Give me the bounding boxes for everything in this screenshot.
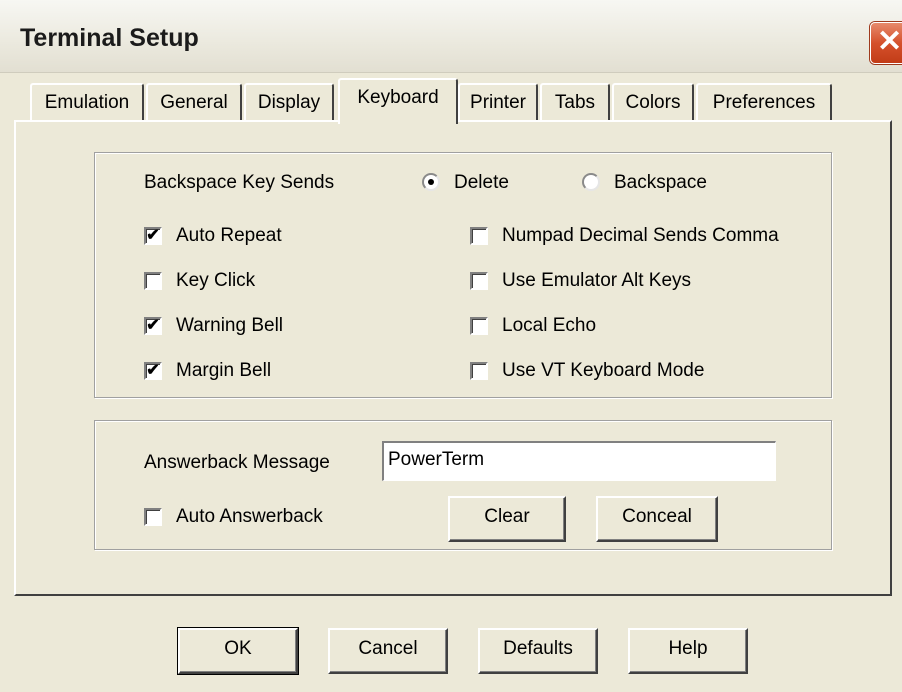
title-bar[interactable]: Terminal Setup ✕ — [0, 0, 902, 73]
clear-button[interactable]: Clear — [448, 496, 566, 542]
warning-bell-checkbox[interactable]: ✔ — [144, 317, 162, 335]
tab-preferences[interactable]: Preferences — [696, 83, 832, 121]
cancel-button[interactable]: Cancel — [328, 628, 448, 674]
help-button[interactable]: Help — [628, 628, 748, 674]
radio-backspace[interactable] — [582, 173, 600, 191]
answerback-message-label: Answerback Message — [144, 452, 330, 473]
radio-selected-dot — [428, 179, 434, 185]
tab-display[interactable]: Display — [244, 83, 334, 121]
tab-general[interactable]: General — [146, 83, 242, 121]
auto-repeat-label[interactable]: Auto Repeat — [176, 225, 282, 247]
tab-printer[interactable]: Printer — [458, 83, 538, 121]
window-title: Terminal Setup — [20, 24, 199, 52]
key-click-checkbox[interactable] — [144, 272, 162, 290]
local-echo-label[interactable]: Local Echo — [502, 315, 596, 337]
close-icon[interactable]: ✕ — [870, 22, 902, 64]
vt-keyboard-mode-label[interactable]: Use VT Keyboard Mode — [502, 360, 704, 382]
key-click-label[interactable]: Key Click — [176, 270, 255, 292]
tab-emulation[interactable]: Emulation — [30, 83, 144, 121]
defaults-button[interactable]: Defaults — [478, 628, 598, 674]
tab-colors[interactable]: Colors — [612, 83, 694, 121]
auto-answerback-label[interactable]: Auto Answerback — [176, 506, 323, 528]
conceal-button[interactable]: Conceal — [596, 496, 718, 542]
ok-button[interactable]: OK — [177, 627, 299, 675]
radio-delete[interactable] — [422, 173, 440, 191]
auto-answerback-checkbox[interactable] — [144, 508, 162, 526]
numpad-decimal-comma-label[interactable]: Numpad Decimal Sends Comma — [502, 225, 779, 247]
auto-repeat-checkbox[interactable]: ✔ — [144, 227, 162, 245]
margin-bell-checkbox[interactable]: ✔ — [144, 362, 162, 380]
emulator-alt-keys-label[interactable]: Use Emulator Alt Keys — [502, 270, 691, 292]
answerback-message-input[interactable]: PowerTerm — [382, 441, 776, 481]
margin-bell-label[interactable]: Margin Bell — [176, 360, 271, 382]
radio-backspace-label[interactable]: Backspace — [614, 172, 707, 194]
tab-keyboard[interactable]: Keyboard — [338, 78, 458, 124]
radio-delete-label[interactable]: Delete — [454, 172, 509, 194]
vt-keyboard-mode-checkbox[interactable] — [470, 362, 488, 380]
numpad-decimal-comma-checkbox[interactable] — [470, 227, 488, 245]
local-echo-checkbox[interactable] — [470, 317, 488, 335]
tab-tabs[interactable]: Tabs — [540, 83, 610, 121]
backspace-key-sends-label: Backspace Key Sends — [144, 172, 335, 193]
terminal-setup-dialog: Terminal Setup ✕ Emulation General Displ… — [0, 0, 902, 692]
emulator-alt-keys-checkbox[interactable] — [470, 272, 488, 290]
warning-bell-label[interactable]: Warning Bell — [176, 315, 283, 337]
